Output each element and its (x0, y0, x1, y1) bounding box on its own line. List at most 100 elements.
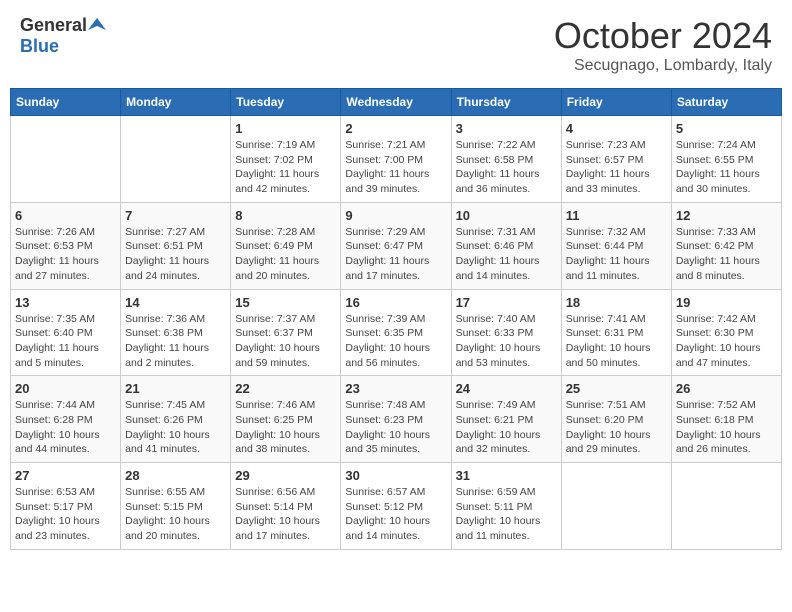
calendar-cell: 26 Sunrise: 7:52 AMSunset: 6:18 PMDayligh… (671, 376, 781, 463)
calendar-cell: 18 Sunrise: 7:41 AMSunset: 6:31 PMDayligh… (561, 289, 671, 376)
calendar-cell: 3 Sunrise: 7:22 AMSunset: 6:58 PMDaylight… (451, 116, 561, 203)
day-info: Sunrise: 6:57 AMSunset: 5:12 PMDaylight:… (345, 485, 446, 544)
day-number: 13 (15, 295, 116, 310)
day-number: 17 (456, 295, 557, 310)
calendar-cell: 11 Sunrise: 7:32 AMSunset: 6:44 PMDayligh… (561, 202, 671, 289)
day-of-week-header: Friday (561, 89, 671, 116)
day-info: Sunrise: 7:28 AMSunset: 6:49 PMDaylight:… (235, 225, 336, 284)
day-info: Sunrise: 7:19 AMSunset: 7:02 PMDaylight:… (235, 138, 336, 197)
day-info: Sunrise: 7:40 AMSunset: 6:33 PMDaylight:… (456, 312, 557, 371)
day-number: 27 (15, 468, 116, 483)
calendar-cell: 12 Sunrise: 7:33 AMSunset: 6:42 PMDayligh… (671, 202, 781, 289)
logo-general-text: General (20, 15, 87, 36)
calendar-cell: 1 Sunrise: 7:19 AMSunset: 7:02 PMDaylight… (231, 116, 341, 203)
calendar-cell: 23 Sunrise: 7:48 AMSunset: 6:23 PMDayligh… (341, 376, 451, 463)
calendar-cell: 9 Sunrise: 7:29 AMSunset: 6:47 PMDaylight… (341, 202, 451, 289)
calendar-week-row: 20 Sunrise: 7:44 AMSunset: 6:28 PMDayligh… (11, 376, 782, 463)
day-info: Sunrise: 7:26 AMSunset: 6:53 PMDaylight:… (15, 225, 116, 284)
day-info: Sunrise: 7:45 AMSunset: 6:26 PMDaylight:… (125, 398, 226, 457)
calendar-cell: 15 Sunrise: 7:37 AMSunset: 6:37 PMDayligh… (231, 289, 341, 376)
calendar-week-row: 27 Sunrise: 6:53 AMSunset: 5:17 PMDayligh… (11, 463, 782, 550)
calendar-cell: 27 Sunrise: 6:53 AMSunset: 5:17 PMDayligh… (11, 463, 121, 550)
day-info: Sunrise: 7:31 AMSunset: 6:46 PMDaylight:… (456, 225, 557, 284)
calendar-cell: 16 Sunrise: 7:39 AMSunset: 6:35 PMDayligh… (341, 289, 451, 376)
day-number: 10 (456, 208, 557, 223)
day-number: 4 (566, 121, 667, 136)
day-info: Sunrise: 7:24 AMSunset: 6:55 PMDaylight:… (676, 138, 777, 197)
calendar-cell: 29 Sunrise: 6:56 AMSunset: 5:14 PMDayligh… (231, 463, 341, 550)
day-number: 21 (125, 381, 226, 396)
day-info: Sunrise: 7:51 AMSunset: 6:20 PMDaylight:… (566, 398, 667, 457)
day-info: Sunrise: 7:22 AMSunset: 6:58 PMDaylight:… (456, 138, 557, 197)
day-number: 22 (235, 381, 336, 396)
day-info: Sunrise: 7:21 AMSunset: 7:00 PMDaylight:… (345, 138, 446, 197)
calendar-cell: 25Sunrise: 7:51 AMSunset: 6:20 PMDayligh… (561, 376, 671, 463)
day-info: Sunrise: 7:52 AMSunset: 6:18 PMDaylight:… (676, 398, 777, 457)
location-text: Secugnago, Lombardy, Italy (554, 57, 772, 75)
day-number: 1 (235, 121, 336, 136)
day-number: 26 (676, 381, 777, 396)
day-number: 29 (235, 468, 336, 483)
calendar-cell: 31 Sunrise: 6:59 AMSunset: 5:11 PMDayligh… (451, 463, 561, 550)
calendar-week-row: 13 Sunrise: 7:35 AMSunset: 6:40 PMDayligh… (11, 289, 782, 376)
calendar-cell: 6Sunrise: 7:26 AMSunset: 6:53 PMDaylight… (11, 202, 121, 289)
day-number: 8 (235, 208, 336, 223)
day-number: 15 (235, 295, 336, 310)
day-info: Sunrise: 7:36 AMSunset: 6:38 PMDaylight:… (125, 312, 226, 371)
day-info: Sunrise: 6:53 AMSunset: 5:17 PMDaylight:… (15, 485, 116, 544)
calendar-cell: 17 Sunrise: 7:40 AMSunset: 6:33 PMDayligh… (451, 289, 561, 376)
day-number: 30 (345, 468, 446, 483)
day-number: 2 (345, 121, 446, 136)
calendar-week-row: 6Sunrise: 7:26 AMSunset: 6:53 PMDaylight… (11, 202, 782, 289)
day-info: Sunrise: 7:48 AMSunset: 6:23 PMDaylight:… (345, 398, 446, 457)
day-number: 14 (125, 295, 226, 310)
calendar-cell: 20 Sunrise: 7:44 AMSunset: 6:28 PMDayligh… (11, 376, 121, 463)
logo: General Blue (20, 15, 106, 57)
day-number: 11 (566, 208, 667, 223)
day-info: Sunrise: 7:35 AMSunset: 6:40 PMDaylight:… (15, 312, 116, 371)
day-info: Sunrise: 7:42 AMSunset: 6:30 PMDaylight:… (676, 312, 777, 371)
calendar-cell: 5Sunrise: 7:24 AMSunset: 6:55 PMDaylight… (671, 116, 781, 203)
page-header: General Blue October 2024 Secugnago, Lom… (10, 10, 782, 80)
calendar-table: SundayMondayTuesdayWednesdayThursdayFrid… (10, 88, 782, 550)
logo-blue-text: Blue (20, 36, 59, 57)
month-title: October 2024 (554, 15, 772, 57)
day-of-week-header: Monday (121, 89, 231, 116)
day-of-week-header: Tuesday (231, 89, 341, 116)
day-number: 16 (345, 295, 446, 310)
calendar-cell: 24Sunrise: 7:49 AMSunset: 6:21 PMDayligh… (451, 376, 561, 463)
calendar-cell (121, 116, 231, 203)
day-of-week-header: Wednesday (341, 89, 451, 116)
day-of-week-header: Sunday (11, 89, 121, 116)
day-number: 20 (15, 381, 116, 396)
day-info: Sunrise: 7:33 AMSunset: 6:42 PMDaylight:… (676, 225, 777, 284)
calendar-cell: 21 Sunrise: 7:45 AMSunset: 6:26 PMDayligh… (121, 376, 231, 463)
calendar-cell (11, 116, 121, 203)
day-number: 23 (345, 381, 446, 396)
calendar-cell: 13 Sunrise: 7:35 AMSunset: 6:40 PMDayligh… (11, 289, 121, 376)
day-of-week-header: Saturday (671, 89, 781, 116)
day-info: Sunrise: 7:41 AMSunset: 6:31 PMDaylight:… (566, 312, 667, 371)
day-info: Sunrise: 6:55 AMSunset: 5:15 PMDaylight:… (125, 485, 226, 544)
day-info: Sunrise: 7:27 AMSunset: 6:51 PMDaylight:… (125, 225, 226, 284)
day-info: Sunrise: 6:59 AMSunset: 5:11 PMDaylight:… (456, 485, 557, 544)
day-number: 18 (566, 295, 667, 310)
logo-bird-icon (88, 16, 106, 34)
day-number: 31 (456, 468, 557, 483)
day-info: Sunrise: 7:39 AMSunset: 6:35 PMDaylight:… (345, 312, 446, 371)
day-info: Sunrise: 7:23 AMSunset: 6:57 PMDaylight:… (566, 138, 667, 197)
day-number: 28 (125, 468, 226, 483)
calendar-cell: 19Sunrise: 7:42 AMSunset: 6:30 PMDayligh… (671, 289, 781, 376)
day-info: Sunrise: 7:37 AMSunset: 6:37 PMDaylight:… (235, 312, 336, 371)
day-info: Sunrise: 7:44 AMSunset: 6:28 PMDaylight:… (15, 398, 116, 457)
calendar-cell: 7Sunrise: 7:27 AMSunset: 6:51 PMDaylight… (121, 202, 231, 289)
day-number: 12 (676, 208, 777, 223)
day-number: 3 (456, 121, 557, 136)
day-info: Sunrise: 7:29 AMSunset: 6:47 PMDaylight:… (345, 225, 446, 284)
day-info: Sunrise: 7:32 AMSunset: 6:44 PMDaylight:… (566, 225, 667, 284)
calendar-cell (561, 463, 671, 550)
calendar-cell: 10 Sunrise: 7:31 AMSunset: 6:46 PMDayligh… (451, 202, 561, 289)
calendar-cell: 4 Sunrise: 7:23 AMSunset: 6:57 PMDaylight… (561, 116, 671, 203)
day-info: Sunrise: 6:56 AMSunset: 5:14 PMDaylight:… (235, 485, 336, 544)
day-number: 9 (345, 208, 446, 223)
